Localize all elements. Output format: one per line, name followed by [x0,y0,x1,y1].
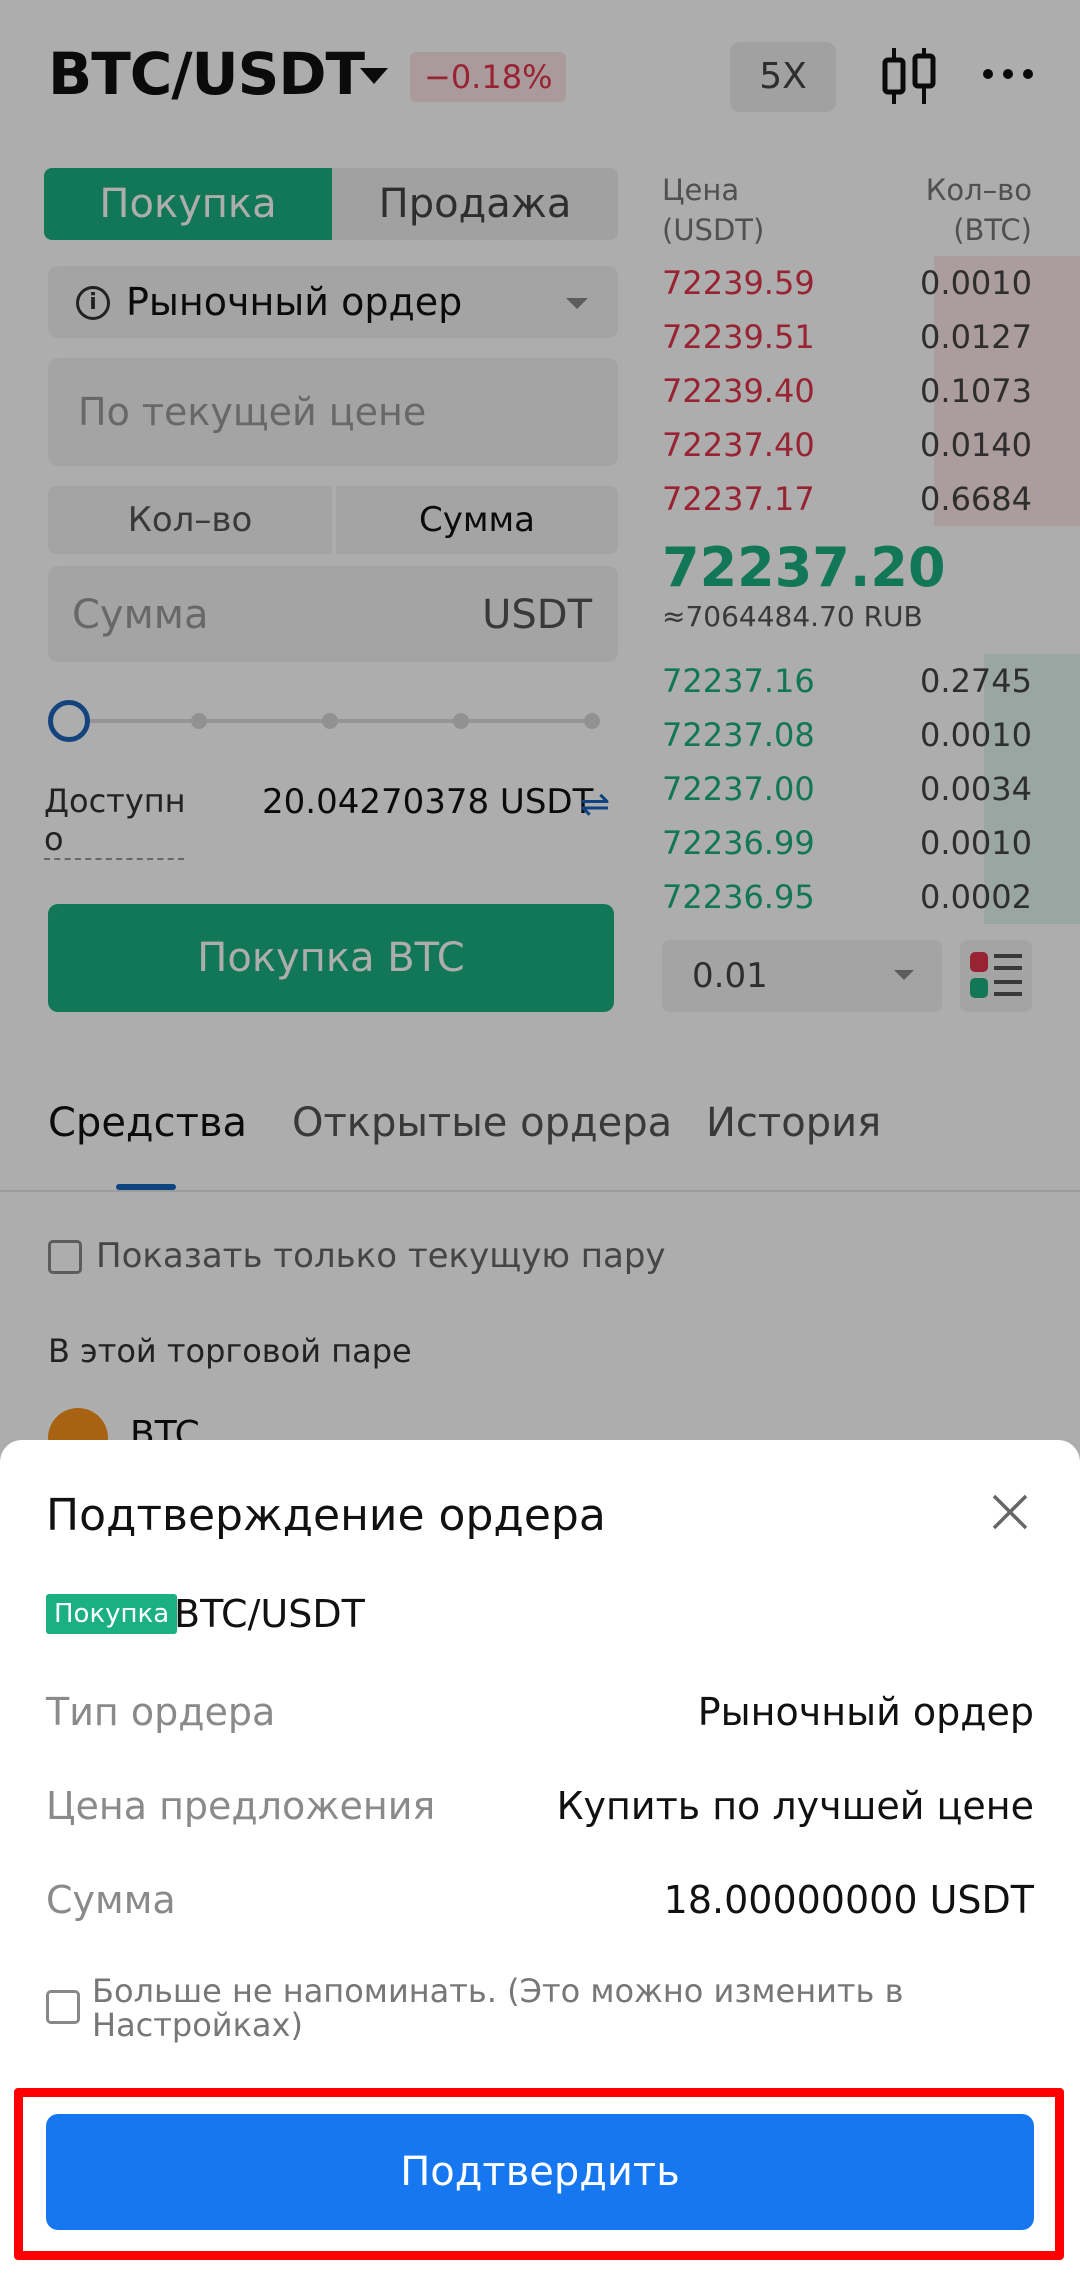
dont-remind-label: Больше не напоминать. (Это можно изменит… [92,1972,904,2044]
side-badge: Покупка [46,1594,178,1634]
sum-row-value: 18.00000000 USDT [663,1878,1034,1922]
order-type-row-label: Тип ордера [46,1690,276,1734]
close-icon[interactable] [990,1492,1030,1532]
order-type-row-value: Рыночный ордер [697,1690,1034,1734]
dialog-pair: BTC/USDT [174,1592,365,1636]
offer-price-row-value: Купить по лучшей цене [556,1784,1034,1828]
offer-price-row-label: Цена предложения [46,1784,436,1828]
confirm-button[interactable]: Подтвердить [46,2114,1034,2230]
dialog-title: Подтверждение ордера [46,1490,606,1541]
sum-row-label: Сумма [46,1878,176,1922]
dont-remind-checkbox[interactable] [46,1990,80,2024]
